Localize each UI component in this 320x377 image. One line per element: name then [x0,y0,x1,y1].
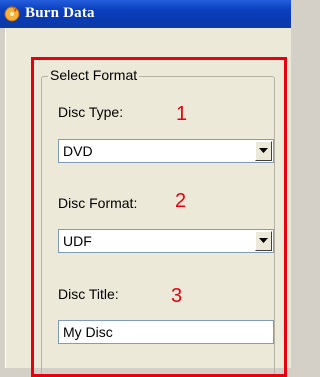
dialog-left-edge [0,28,6,368]
annotation-highlight-box [31,57,287,377]
window-title: Burn Data [25,5,95,21]
window-titlebar[interactable]: Burn Data [0,0,291,28]
burn-disc-icon [3,4,21,22]
